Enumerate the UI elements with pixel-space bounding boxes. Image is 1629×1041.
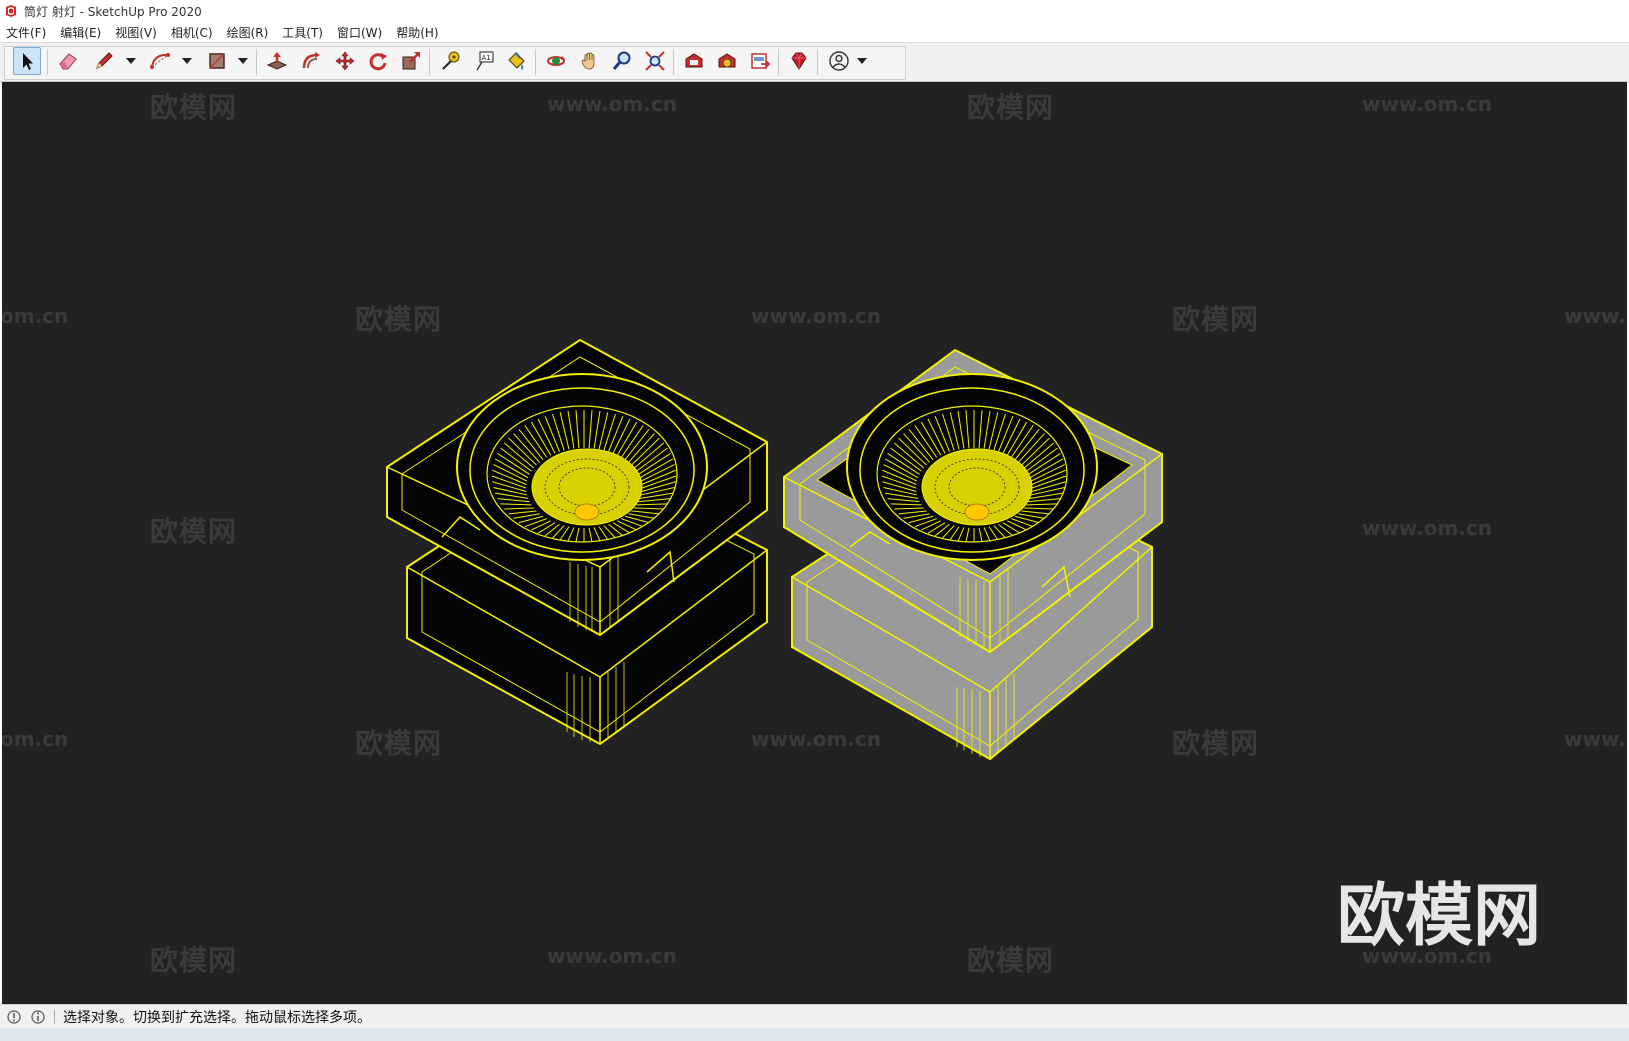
extension-warehouse-tool[interactable] <box>713 47 741 75</box>
menu-camera[interactable]: 相机(C) <box>171 24 213 41</box>
toolbar-separator <box>778 49 779 75</box>
move-icon <box>335 51 355 71</box>
menu-draw[interactable]: 绘图(R) <box>227 24 269 41</box>
push-pull-icon <box>266 52 288 70</box>
window-title: 筒灯 射灯 - SketchUp Pro 2020 <box>24 4 202 19</box>
scale-icon <box>402 52 420 70</box>
magnifier-icon <box>612 51 631 70</box>
arc-tool[interactable] <box>146 47 174 75</box>
rectangle-tool[interactable] <box>203 47 231 75</box>
eraser-icon <box>59 53 77 70</box>
downlight-model-right[interactable] <box>783 348 1163 761</box>
eraser-tool[interactable] <box>54 47 82 75</box>
line-tool-dropdown[interactable] <box>126 53 136 69</box>
orbit-tool[interactable] <box>542 47 570 75</box>
paint-bucket-tool[interactable] <box>502 47 530 75</box>
orbit-icon <box>547 56 565 66</box>
warehouse-icon <box>685 53 703 68</box>
tape-measure-icon <box>442 51 460 70</box>
menu-file[interactable]: 文件(F) <box>6 24 46 41</box>
menu-bar: 文件(F) 编辑(E) 视图(V) 相机(C) 绘图(R) 工具(T) 窗口(W… <box>0 22 1629 42</box>
geo-location-icon[interactable] <box>6 1009 22 1025</box>
chevron-down-icon <box>238 58 248 64</box>
status-divider <box>54 1009 55 1024</box>
zoom-extents-icon <box>645 51 665 71</box>
rectangle-tool-dropdown[interactable] <box>238 53 248 69</box>
user-avatar-icon <box>829 51 849 71</box>
status-bar: 选择对象。切换到扩充选择。拖动鼠标选择多项。 <box>0 1004 1629 1028</box>
paint-bucket-icon <box>508 52 525 70</box>
text-tool[interactable]: A1 <box>470 47 498 75</box>
toolbar-separator <box>535 49 536 75</box>
info-icon[interactable] <box>30 1009 46 1025</box>
toolbar-separator <box>817 49 818 75</box>
arc-tool-dropdown[interactable] <box>182 53 192 69</box>
toolbar-separator <box>429 49 430 75</box>
push-pull-tool[interactable] <box>263 47 291 75</box>
taskbar-strip <box>0 1028 1629 1041</box>
rotate-tool[interactable] <box>364 47 392 75</box>
rectangle-icon <box>209 53 225 69</box>
ruby-gem-icon <box>791 52 807 70</box>
account-tool[interactable] <box>825 47 853 75</box>
chevron-down-icon <box>126 58 136 64</box>
main-toolbar: A1 <box>0 42 1629 82</box>
layout-send-tool[interactable] <box>746 47 774 75</box>
tape-measure-tool[interactable] <box>436 47 464 75</box>
rotate-icon <box>369 53 387 71</box>
menu-help[interactable]: 帮助(H) <box>396 24 438 41</box>
toolbar-separator <box>47 49 48 75</box>
layout-icon <box>751 53 771 69</box>
arrow-cursor-icon <box>23 53 33 70</box>
warehouse-tool[interactable] <box>680 47 708 75</box>
hand-icon <box>581 52 595 70</box>
pencil-icon <box>96 52 113 69</box>
text-tool-glyph: A1 <box>482 54 491 62</box>
toolbar-separator <box>673 49 674 75</box>
wireframe-scene <box>386 338 1163 761</box>
scale-tool[interactable] <box>397 47 425 75</box>
toolbar-separator <box>256 49 257 75</box>
offset-tool[interactable] <box>297 47 325 75</box>
title-bar: 筒灯 射灯 - SketchUp Pro 2020 <box>0 0 1629 22</box>
extension-icon <box>718 53 736 68</box>
select-tool[interactable] <box>13 47 41 75</box>
account-dropdown[interactable] <box>857 53 867 69</box>
status-message: 选择对象。切换到扩充选择。拖动鼠标选择多项。 <box>63 1009 371 1026</box>
arc-icon <box>150 53 170 69</box>
menu-edit[interactable]: 编辑(E) <box>60 24 101 41</box>
sketchup-logo-icon <box>6 5 16 17</box>
text-label-icon: A1 <box>476 51 494 71</box>
menu-window[interactable]: 窗口(W) <box>337 24 382 41</box>
pan-tool[interactable] <box>576 47 604 75</box>
menu-tools[interactable]: 工具(T) <box>282 24 323 41</box>
ruby-console-tool[interactable] <box>785 47 813 75</box>
model-viewport[interactable]: 欧模网 www.om.cn 欧模网 www.om.cn om.cn 欧模网 ww… <box>2 82 1627 1004</box>
move-tool[interactable] <box>331 47 359 75</box>
zoom-tool[interactable] <box>608 47 636 75</box>
menu-view[interactable]: 视图(V) <box>115 24 157 41</box>
line-tool[interactable] <box>90 47 118 75</box>
offset-icon <box>302 52 320 69</box>
downlight-model-left[interactable] <box>386 338 768 746</box>
chevron-down-icon <box>182 58 192 64</box>
chevron-down-icon <box>857 58 867 64</box>
zoom-extents-tool[interactable] <box>641 47 669 75</box>
